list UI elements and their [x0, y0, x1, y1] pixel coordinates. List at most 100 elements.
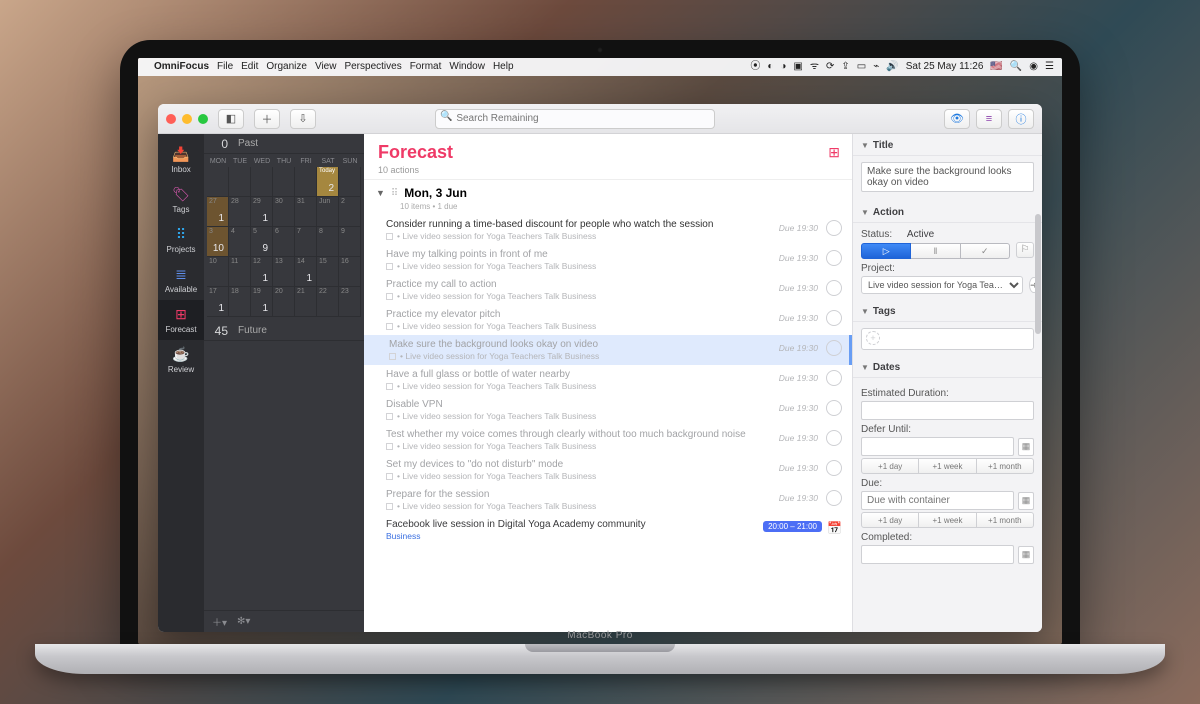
- inspector-tags-header[interactable]: ▼Tags: [853, 300, 1042, 322]
- siri-icon[interactable]: ◉: [1029, 58, 1038, 76]
- cal-day[interactable]: 7: [295, 227, 317, 257]
- sidebar-item-available[interactable]: ≣Available: [158, 260, 204, 300]
- view-button[interactable]: 👁: [944, 109, 970, 129]
- task-row[interactable]: Practice my call to action• Live video s…: [364, 275, 852, 305]
- defer-plus-1week[interactable]: +1 week: [919, 458, 976, 474]
- task-row[interactable]: Have my talking points in front of me• L…: [364, 245, 852, 275]
- task-row[interactable]: Practice my elevator pitch• Live video s…: [364, 305, 852, 335]
- cal-day[interactable]: [229, 167, 251, 197]
- cal-day[interactable]: [207, 167, 229, 197]
- flag-icon[interactable]: 🇺🇸: [990, 58, 1002, 76]
- menu-help[interactable]: Help: [493, 58, 514, 76]
- cal-day[interactable]: 291: [251, 197, 273, 227]
- scrollbar[interactable]: [1035, 214, 1041, 334]
- task-row[interactable]: Make sure the background looks okay on v…: [364, 335, 852, 365]
- cal-day[interactable]: 191: [251, 287, 273, 317]
- perspectives-button[interactable]: ≡: [976, 109, 1002, 129]
- status-icon[interactable]: ⦿: [750, 58, 760, 76]
- cal-day[interactable]: 13: [273, 257, 295, 287]
- wifi-icon[interactable]: ᯤ: [810, 58, 819, 76]
- status-icon[interactable]: ◑: [780, 58, 786, 76]
- cal-day[interactable]: 141: [295, 257, 317, 287]
- cal-future[interactable]: 45Future: [204, 321, 364, 341]
- cal-day[interactable]: 271: [207, 197, 229, 227]
- completed-field[interactable]: [861, 545, 1014, 564]
- sidebar-toggle-button[interactable]: ◧: [218, 109, 244, 129]
- menu-edit[interactable]: Edit: [241, 58, 258, 76]
- volume-icon[interactable]: 🔊: [886, 58, 898, 76]
- cal-day[interactable]: 18: [229, 287, 251, 317]
- section-header[interactable]: ▼ ⠿ Mon, 3 Jun: [364, 180, 852, 202]
- complete-checkbox[interactable]: [826, 310, 842, 326]
- status-icon[interactable]: ⇪: [841, 58, 849, 76]
- task-row[interactable]: Prepare for the session• Live video sess…: [364, 485, 852, 515]
- cal-day[interactable]: Today2: [317, 167, 339, 197]
- status-active[interactable]: ▷: [861, 243, 911, 259]
- quick-entry-button[interactable]: ⇩: [290, 109, 316, 129]
- cal-day[interactable]: 28: [229, 197, 251, 227]
- inspector-title-header[interactable]: ▼Title: [853, 134, 1042, 156]
- task-row[interactable]: Disable VPN• Live video session for Yoga…: [364, 395, 852, 425]
- due-field[interactable]: [861, 491, 1014, 510]
- sidebar-item-review[interactable]: ☕Review: [158, 340, 204, 380]
- cal-day[interactable]: 121: [251, 257, 273, 287]
- airplay-icon[interactable]: ▭: [857, 58, 866, 76]
- cal-day[interactable]: 20: [273, 287, 295, 317]
- menu-view[interactable]: View: [315, 58, 337, 76]
- complete-checkbox[interactable]: [826, 460, 842, 476]
- task-row[interactable]: Test whether my voice comes through clea…: [364, 425, 852, 455]
- notifications-icon[interactable]: ☰: [1045, 58, 1054, 76]
- minimize-button[interactable]: [182, 114, 192, 124]
- title-field[interactable]: Make sure the background looks okay on v…: [861, 162, 1034, 192]
- settings-icon[interactable]: ✻▾: [237, 616, 250, 627]
- menu-organize[interactable]: Organize: [266, 58, 307, 76]
- complete-checkbox[interactable]: [826, 250, 842, 266]
- cal-day[interactable]: [251, 167, 273, 197]
- cal-day[interactable]: 59: [251, 227, 273, 257]
- cal-day[interactable]: 22: [317, 287, 339, 317]
- cal-day[interactable]: 171: [207, 287, 229, 317]
- new-action-button[interactable]: ＋: [254, 109, 280, 129]
- tags-field[interactable]: +: [861, 328, 1034, 350]
- status-icon[interactable]: ⟳: [826, 58, 834, 76]
- cal-day[interactable]: 2: [339, 197, 361, 227]
- menu-format[interactable]: Format: [410, 58, 442, 76]
- cal-day[interactable]: [339, 167, 361, 197]
- complete-checkbox[interactable]: [826, 340, 842, 356]
- cal-day[interactable]: 8: [317, 227, 339, 257]
- calendar-event-row[interactable]: Facebook live session in Digital Yoga Ac…: [364, 515, 852, 545]
- menu-file[interactable]: File: [217, 58, 233, 76]
- sidebar-item-tags[interactable]: 🏷Tags: [158, 180, 204, 220]
- status-icon[interactable]: ▣: [793, 58, 802, 76]
- task-row[interactable]: Have a full glass or bottle of water nea…: [364, 365, 852, 395]
- estimated-field[interactable]: [861, 401, 1034, 420]
- zoom-button[interactable]: [198, 114, 208, 124]
- defer-plus-1day[interactable]: +1 day: [861, 458, 919, 474]
- complete-checkbox[interactable]: [826, 430, 842, 446]
- status-onhold[interactable]: ‖: [911, 243, 960, 259]
- cal-day[interactable]: 4: [229, 227, 251, 257]
- cal-day[interactable]: Jun: [317, 197, 339, 227]
- due-plus-1day[interactable]: +1 day: [861, 512, 919, 528]
- spotlight-icon[interactable]: 🔍: [1010, 58, 1022, 76]
- status-icon[interactable]: ◐: [767, 58, 773, 76]
- cal-day[interactable]: [273, 167, 295, 197]
- defer-field[interactable]: [861, 437, 1014, 456]
- defer-plus-1month[interactable]: +1 month: [977, 458, 1034, 474]
- cal-day[interactable]: 11: [229, 257, 251, 287]
- app-name[interactable]: OmniFocus: [154, 58, 209, 76]
- cal-day[interactable]: 16: [339, 257, 361, 287]
- calendar-icon[interactable]: ▦: [1018, 438, 1034, 456]
- cal-day[interactable]: 15: [317, 257, 339, 287]
- cal-day[interactable]: 23: [339, 287, 361, 317]
- close-button[interactable]: [166, 114, 176, 124]
- cal-day[interactable]: 30: [273, 197, 295, 227]
- inspector-button[interactable]: ⓘ: [1008, 109, 1034, 129]
- inspector-dates-header[interactable]: ▼Dates: [853, 356, 1042, 378]
- cal-past[interactable]: 0Past: [204, 134, 364, 154]
- flag-button[interactable]: ⚐: [1016, 242, 1034, 258]
- inspector-action-header[interactable]: ▼Action: [853, 201, 1042, 223]
- menubar-clock[interactable]: Sat 25 May 11:26: [906, 58, 984, 76]
- status-done[interactable]: ✓: [961, 243, 1010, 259]
- cal-day[interactable]: [295, 167, 317, 197]
